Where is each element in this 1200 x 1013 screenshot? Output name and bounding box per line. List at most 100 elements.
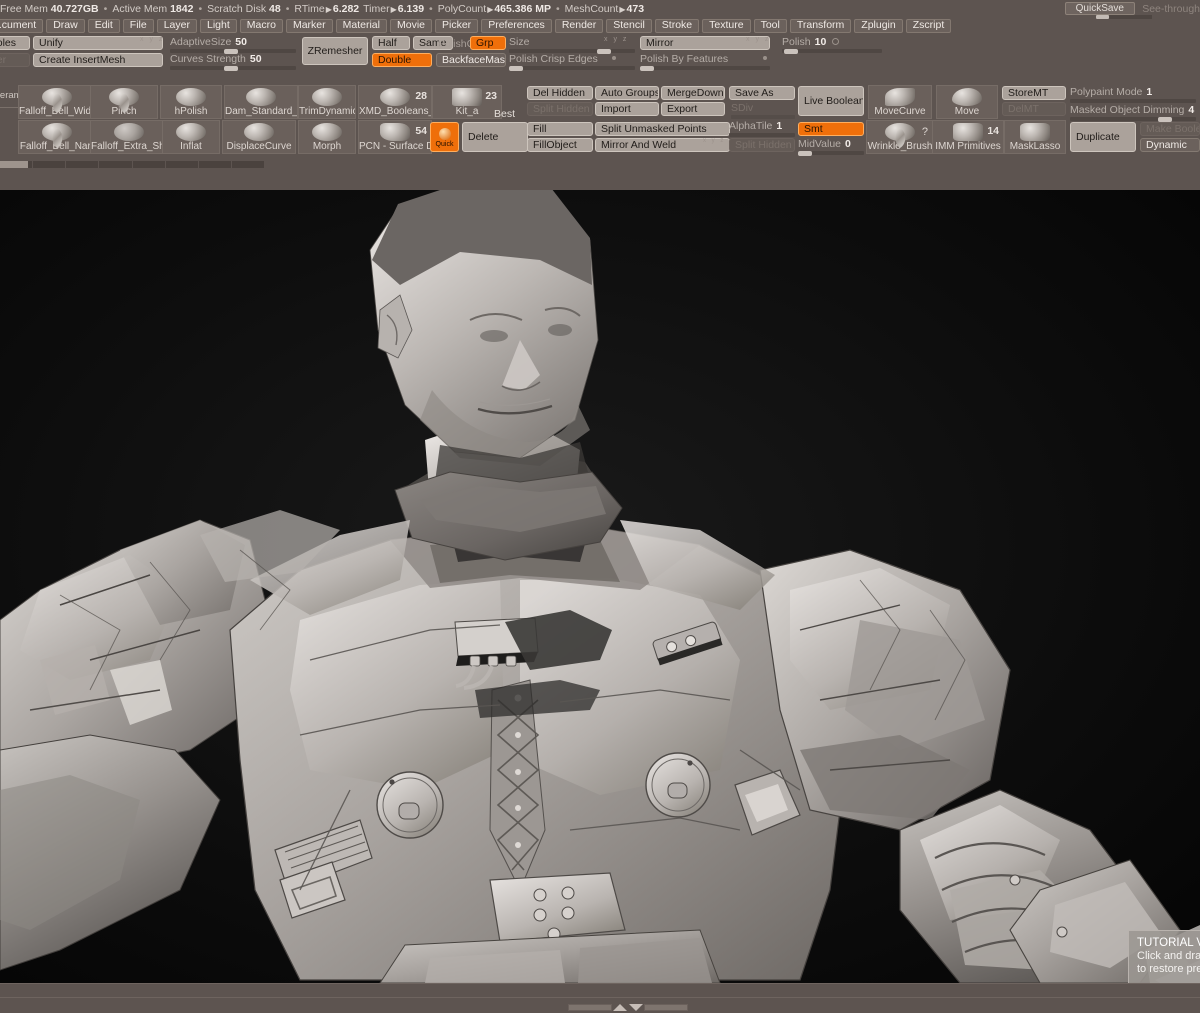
menu-item-document[interactable]: ...cument [0,18,44,33]
3d-viewport[interactable] [0,190,1200,983]
quick-button[interactable]: Quick [430,122,459,152]
canvas-vertical-scroll-control[interactable] [568,1003,688,1011]
curves-strength-slider[interactable]: Curves Strength 50 [170,53,296,71]
midvalue-track[interactable] [798,151,864,156]
scroll-down-icon[interactable] [629,1003,643,1011]
masked-object-dimming-slider[interactable]: Masked Object Dimming 4 [1070,104,1196,122]
polypaint-mode-track[interactable] [1070,99,1196,103]
alphatile-track[interactable] [729,133,795,137]
curves-strength-knob[interactable] [224,66,238,71]
scroll-up-icon[interactable] [613,1003,627,1011]
menu-item-material[interactable]: Material [335,18,387,33]
menu-item-light[interactable]: Light [199,18,237,33]
fillobject-button[interactable]: FillObject [527,138,593,152]
menu-item-stroke[interactable]: Stroke [654,18,700,33]
quicksave-button[interactable]: QuickSave [1064,2,1135,15]
brush-slot-kit-a[interactable]: 23 Kit_a [432,85,502,119]
tutorial-overlay[interactable]: TUTORIAL VI Click and dra to restore pre [1128,930,1200,983]
sdiv-track[interactable] [731,115,795,119]
adaptive-size-slider[interactable]: AdaptiveSize 50 [170,36,296,54]
menu-item-zplugin[interactable]: Zplugin [854,18,903,33]
brush-slot-dam-standard[interactable]: Dam_Standard_C [224,85,298,119]
brush-slot-hpolish[interactable]: hPolish [160,85,222,119]
sdiv-slider[interactable]: SDiv [731,102,795,119]
live-boolean-button[interactable]: Live Boolean [798,86,864,116]
zremesher-button[interactable]: ZRemesher [302,37,368,65]
export-button[interactable]: Export [661,102,725,116]
brush-slot-xmd-booleans[interactable]: 28 XMD_Booleans_0 [358,85,432,119]
brush-slot-falloff-bell-narrow[interactable]: Falloff_Bell_Narr [18,120,96,154]
double-button[interactable]: Double [372,53,432,67]
delete-button[interactable]: Delete [462,122,528,152]
menu-item-marker[interactable]: Marker [285,18,333,33]
dynamic-button[interactable]: Dynamic [1140,138,1200,152]
menu-item-draw[interactable]: Draw [46,18,85,33]
del-hidden-button[interactable]: Del Hidden [527,86,593,100]
polish-crisp-edges-track[interactable] [509,66,635,71]
import-button[interactable]: Import [595,102,659,116]
palette-scrollbar-track[interactable] [0,161,265,168]
menu-item-macro[interactable]: Macro [239,18,283,33]
midvalue-knob[interactable] [798,151,812,156]
menu-item-tool[interactable]: Tool [753,18,787,33]
scroll-bar-left[interactable] [568,1003,612,1011]
polish-track[interactable] [782,49,882,54]
masked-object-dimming-track[interactable] [1070,117,1196,122]
menu-item-texture[interactable]: Texture [702,18,751,33]
brush-slot-falloff-bell-wide[interactable]: Falloff_Bell_Wide [18,85,96,119]
menu-item-preferences[interactable]: Preferences [481,18,552,33]
make-boolean-mesh-button[interactable]: Make Boolean M [1140,122,1200,136]
menu-item-zscript[interactable]: Zscript [905,18,952,33]
backfacemask-button[interactable]: BackfaceMask [436,53,506,67]
brush-slot-wrinkle-brush[interactable]: ? Wrinkle_Brush [866,120,934,154]
palette-scrollbar[interactable] [0,160,1200,169]
brush-slot-falloff-extra-sharp[interactable]: Falloff_Extra_Sha [90,120,168,154]
smt-button[interactable]: Smt [798,122,864,136]
mergedown-button[interactable]: MergeDown [661,86,725,100]
grp-button[interactable]: Grp [470,36,506,50]
shelf-button-clipped-bottom[interactable]: ...er [0,53,30,67]
polish-by-features-knob[interactable] [640,66,654,71]
palette-scrollbar-thumb[interactable] [0,161,28,168]
duplicate-button[interactable]: Duplicate [1070,122,1136,152]
save-as-button[interactable]: Save As [729,86,795,100]
storemt-button[interactable]: StoreMT [1002,86,1066,100]
auto-groups-button[interactable]: Auto Groups [595,86,659,100]
split-unmasked-points-button[interactable]: Split Unmasked Points [595,122,730,136]
menu-item-render[interactable]: Render [554,18,604,33]
delmt-button[interactable]: DelMT [1002,102,1066,116]
brush-slot-displacecurve[interactable]: DisplaceCurve [222,120,296,154]
shelf-button-clipped-top[interactable]: ...oles [0,36,30,50]
menu-item-transform[interactable]: Transform [789,18,852,33]
polish-crisp-edges-knob[interactable] [509,66,523,71]
polish-by-features-track[interactable] [640,66,770,71]
brush-slot-imm-primitives[interactable]: 14 IMM Primitives [932,120,1004,154]
brush-slot-movecurve[interactable]: MoveCurve [868,85,932,119]
create-insertmesh-button[interactable]: Create InsertMesh [33,53,163,67]
polish-knob[interactable] [784,49,798,54]
polypaint-mode-slider[interactable]: Polypaint Mode 1 [1070,86,1196,103]
menu-item-picker[interactable]: Picker [435,18,479,33]
sculpt-model-canvas[interactable] [0,190,1200,983]
brush-slot-move[interactable]: Move [936,85,998,119]
alphatile-slider[interactable]: AlphaTile 1 [729,120,795,137]
menu-item-movie[interactable]: Movie [389,18,432,33]
brush-slot-pcn-surface[interactable]: 54 PCN - Surface De [358,120,432,154]
menu-item-file[interactable]: File [122,18,154,33]
menu-item-edit[interactable]: Edit [87,18,120,33]
polish-crisp-edges-slider[interactable]: Polish Crisp Edges [509,53,635,71]
polish-by-features-slider[interactable]: Polish By Features [640,53,770,71]
brush-slot-inflat[interactable]: Inflat [162,120,220,154]
menu-item-layer[interactable]: Layer [156,18,197,33]
brush-slot-trimdynamic[interactable]: TrimDynamic [298,85,356,119]
fill-button[interactable]: Fill [527,122,593,136]
split-hidden-button[interactable]: Split Hidden [527,102,593,116]
brush-slot-pinch[interactable]: Pinch [90,85,158,119]
brush-slot-masklasso[interactable]: MaskLasso [1004,120,1066,154]
midvalue-slider[interactable]: MidValue 0 [798,138,864,156]
menu-item-stencil[interactable]: Stencil [606,18,652,33]
split-hidden-2-button[interactable]: Split Hidden [729,138,795,152]
curves-strength-track[interactable] [170,66,296,71]
scroll-bar-right[interactable] [644,1003,688,1011]
brush-slot-morph[interactable]: Morph [298,120,356,154]
